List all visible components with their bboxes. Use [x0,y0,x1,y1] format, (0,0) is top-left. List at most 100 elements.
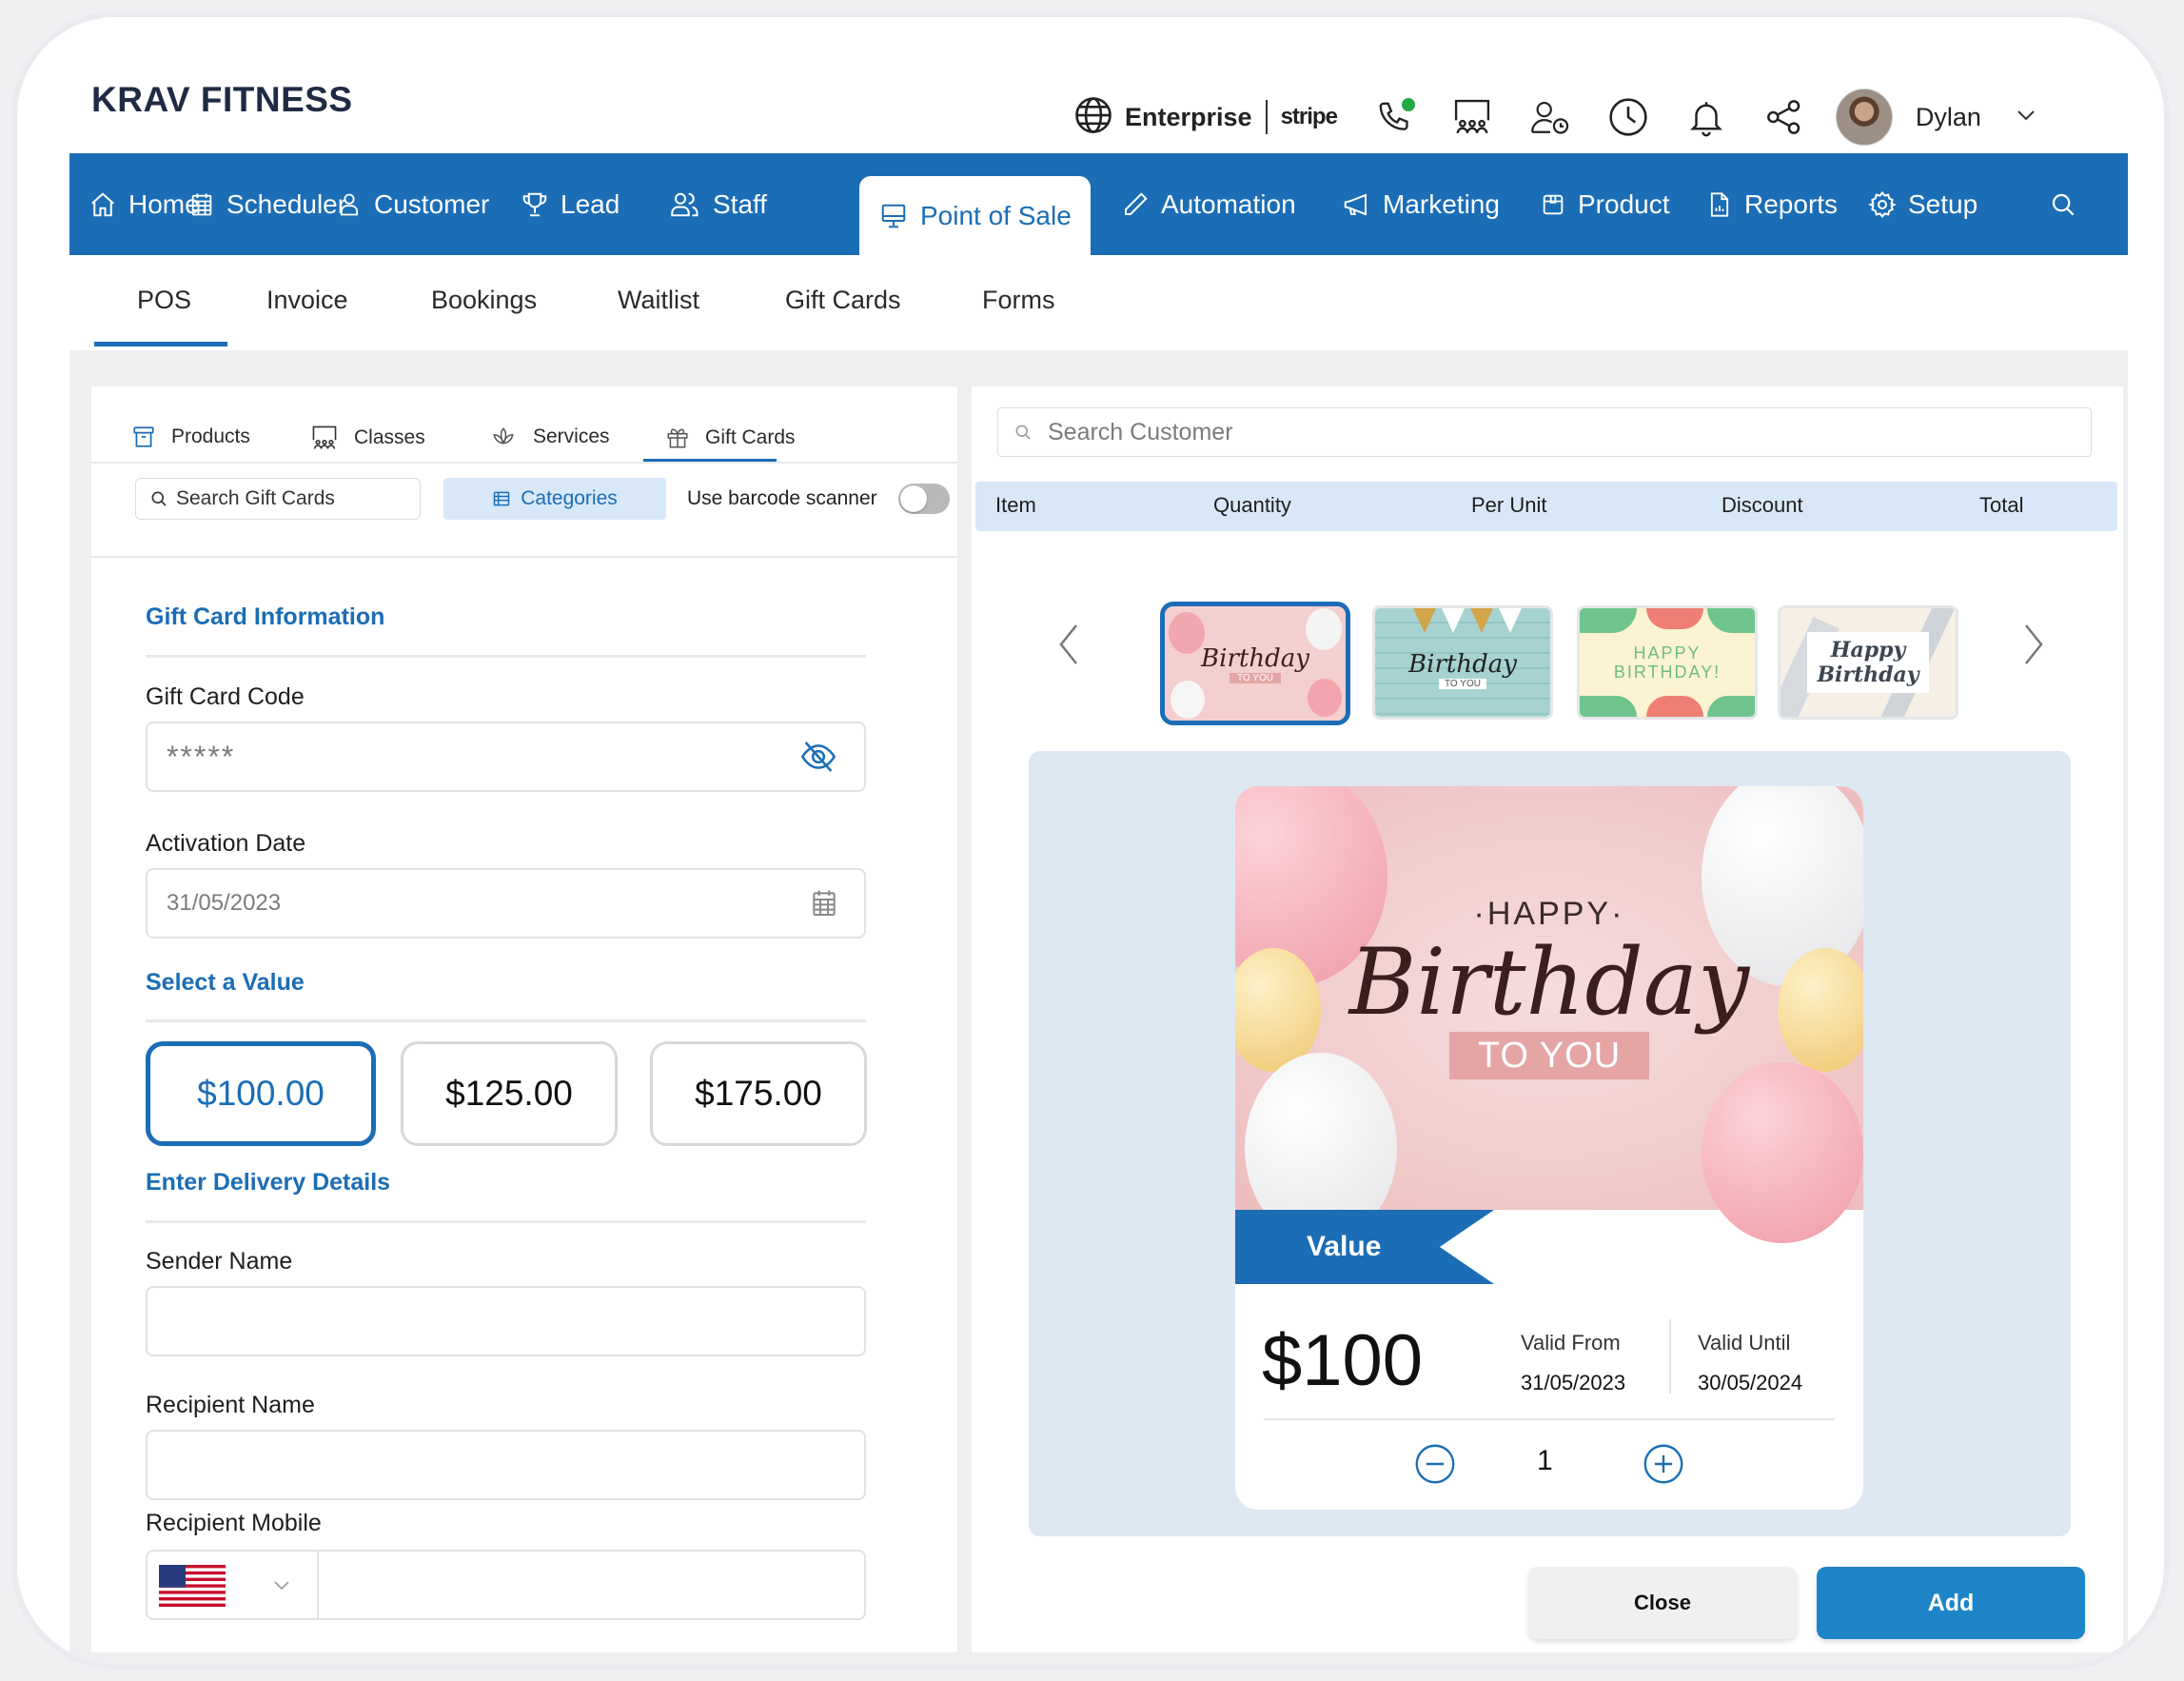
design-thumb-balloons[interactable]: Birthday TO YOU [1160,602,1350,725]
nav-customer[interactable]: Customer [336,153,489,255]
carousel-prev-button[interactable] [1057,623,1080,671]
recipient-name-label: Recipient Name [146,1392,315,1418]
carousel-next-button[interactable] [2022,623,2045,671]
categories-button[interactable]: Categories [443,478,666,520]
country-code-select[interactable] [148,1552,319,1618]
globe-icon[interactable] [1073,95,1113,140]
header-toolbar: Enterprise stripe Dylan [1073,84,2036,150]
calendar-icon[interactable] [809,887,839,920]
tab-classes[interactable]: Classes [310,425,425,451]
plan-label: Enterprise [1125,102,1252,131]
chevron-right-icon [2025,624,2043,664]
delivery-details-title: Enter Delivery Details [146,1169,391,1196]
subtab-pos[interactable]: POS [137,286,191,315]
list-icon [493,491,510,506]
chevron-down-icon[interactable] [2016,109,2036,127]
us-flag-icon [159,1565,226,1607]
recipient-mobile-input[interactable] [321,1552,864,1618]
add-button[interactable]: Add [1817,1567,2085,1639]
divider [91,556,957,558]
divider [1669,1319,1671,1394]
tab-services[interactable]: Services [489,425,610,449]
card-to-you-ribbon: TO YOU [1449,1032,1649,1079]
activation-date-input[interactable]: 31/05/2023 [146,868,866,939]
value-option-175[interactable]: $175.00 [650,1041,867,1146]
gift-icon [667,428,688,448]
user-avatar[interactable] [1835,89,1893,146]
share-icon[interactable] [1763,96,1805,138]
nav-product[interactable]: Product [1540,153,1670,255]
sender-name-input[interactable] [146,1286,866,1356]
user-name[interactable]: Dylan [1916,103,1981,132]
search-icon [151,491,167,506]
search-icon [2052,193,2075,215]
col-item: Item [995,493,1036,517]
select-value-title: Select a Value [146,969,305,996]
valid-from-label: Valid From [1521,1331,1621,1355]
close-button[interactable]: Close [1528,1567,1797,1639]
classroom-icon[interactable] [1451,96,1493,138]
user-icon [340,193,359,215]
subtab-invoice[interactable]: Invoice [266,286,348,315]
nav-automation[interactable]: Automation [1121,153,1296,255]
tab-products[interactable]: Products [131,425,250,449]
divider [1265,100,1268,134]
design-thumb-happy-birthday[interactable]: HAPPY BIRTHDAY! [1577,605,1758,720]
increase-quantity-button[interactable] [1643,1443,1684,1485]
active-subtab-indicator [94,342,227,346]
nav-setup[interactable]: Setup [1868,153,1977,255]
nav-search[interactable] [2049,153,2089,255]
decrease-quantity-button[interactable] [1414,1443,1456,1485]
divider [91,462,957,464]
card-amount: $100 [1262,1320,1424,1401]
nav-home[interactable]: Home [89,153,200,255]
nav-point-of-sale[interactable]: Point of Sale [859,176,1091,255]
value-option-100[interactable]: $100.00 [146,1041,376,1146]
app-frame: KRAV FITNESS Enterprise stripe Dylan Hom… [11,11,2170,1670]
search-gift-cards-input[interactable]: Search Gift Cards [135,478,421,520]
tab-gift-cards[interactable]: Gift Cards [665,425,796,451]
user-clock-icon[interactable] [1529,96,1571,138]
gift-card-code-label: Gift Card Code [146,683,305,710]
subtab-gift-cards[interactable]: Gift Cards [785,286,901,315]
nav-scheduler[interactable]: Scheduler [188,153,346,255]
nav-staff[interactable]: Staff [669,153,767,255]
col-per-unit: Per Unit [1471,493,1547,517]
nav-lead[interactable]: Lead [521,153,620,255]
divider [146,655,866,658]
barcode-scanner-toggle[interactable] [898,484,950,514]
cart-table-header: Item Quantity Per Unit Discount Total [975,482,2117,531]
value-option-125[interactable]: $125.00 [401,1041,618,1146]
calendar-icon [191,192,212,215]
divider [146,1220,866,1223]
divider [146,1019,866,1022]
main-nav: Home Scheduler Customer Lead Staff Point… [69,153,2128,255]
nav-marketing[interactable]: Marketing [1341,153,1500,255]
gift-card-code-input[interactable]: ***** [146,722,866,792]
trophy-icon [522,192,547,216]
card-happy-text: ·HAPPY· [1473,896,1625,932]
bell-icon[interactable] [1685,96,1727,138]
recipient-name-input[interactable] [146,1430,866,1500]
subtab-waitlist[interactable]: Waitlist [618,286,699,315]
card-birthday-text: Birthday [1348,929,1750,1036]
design-thumb-script[interactable]: Happy Birthday [1778,605,1958,720]
phone-icon[interactable] [1373,96,1415,138]
subtab-bookings[interactable]: Bookings [431,286,537,315]
recipient-mobile-label: Recipient Mobile [146,1510,322,1536]
monitor-icon [881,204,906,227]
value-banner: Value [1235,1210,1494,1284]
activation-date-label: Activation Date [146,830,306,857]
col-discount: Discount [1722,493,1803,517]
classroom-icon [312,425,337,449]
eye-off-icon[interactable] [797,738,839,776]
subtab-forms[interactable]: Forms [982,286,1055,315]
search-icon [1015,425,1031,440]
design-thumb-bunting[interactable]: Birthday TO YOU [1372,605,1553,720]
clock-icon[interactable] [1607,96,1649,138]
pencil-icon [1125,191,1148,215]
search-customer-input[interactable]: Search Customer [997,407,2092,457]
plus-circle-icon [1643,1444,1683,1484]
megaphone-icon [1344,193,1367,215]
nav-reports[interactable]: Reports [1706,153,1838,255]
